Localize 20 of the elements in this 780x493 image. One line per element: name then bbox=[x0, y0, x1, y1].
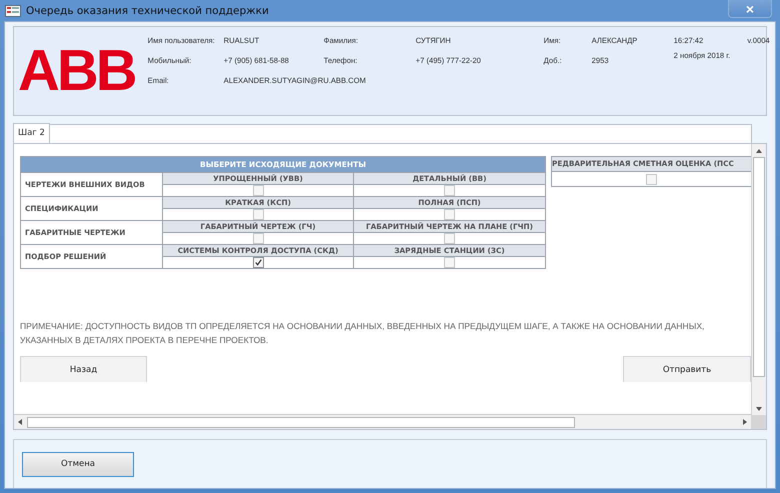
back-button[interactable]: Назад bbox=[20, 356, 147, 382]
vertical-scrollbar[interactable] bbox=[751, 144, 766, 429]
checkbox[interactable] bbox=[444, 234, 455, 244]
checkbox[interactable] bbox=[252, 258, 264, 268]
window-title: Очередь оказания технической поддержки bbox=[26, 4, 269, 16]
checkbox[interactable] bbox=[646, 174, 657, 184]
checkbox[interactable] bbox=[444, 258, 455, 268]
tab[interactable]: Шаг 2 bbox=[13, 123, 50, 143]
cancel-button[interactable]: Отмена bbox=[22, 452, 134, 476]
logo: ABB bbox=[18, 42, 136, 100]
form-icon bbox=[5, 4, 21, 16]
checkbox[interactable] bbox=[252, 186, 264, 196]
checkbox[interactable] bbox=[252, 234, 264, 244]
checkbox[interactable] bbox=[444, 210, 455, 220]
note-text: ПРИМЕЧАНИЕ: ДОСТУПНОСТЬ ВИДОВ ТП ОПРЕДЕЛЯЕТСЯ НА ОСНОВАНИИ ДАННЫХ, ВВЕДЕННЫХ НА ПРЕДЫДУЩЕМ ШАГЕ, А ТАКЖЕ НА ОСНОВАНИИ ДАННЫХ, УКАЗАННЫХ В ДЕТАЛЯХ ПРОЕКТА В ПЕРЕЧНЕ ПРОЕКТОВ. bbox=[20, 320, 706, 347]
send-button[interactable]: Отправить bbox=[623, 356, 751, 382]
checkbox[interactable] bbox=[444, 186, 455, 196]
horizontal-scrollbar[interactable] bbox=[14, 414, 751, 429]
checkbox[interactable] bbox=[252, 210, 264, 220]
scrollbar-corner bbox=[752, 415, 766, 429]
